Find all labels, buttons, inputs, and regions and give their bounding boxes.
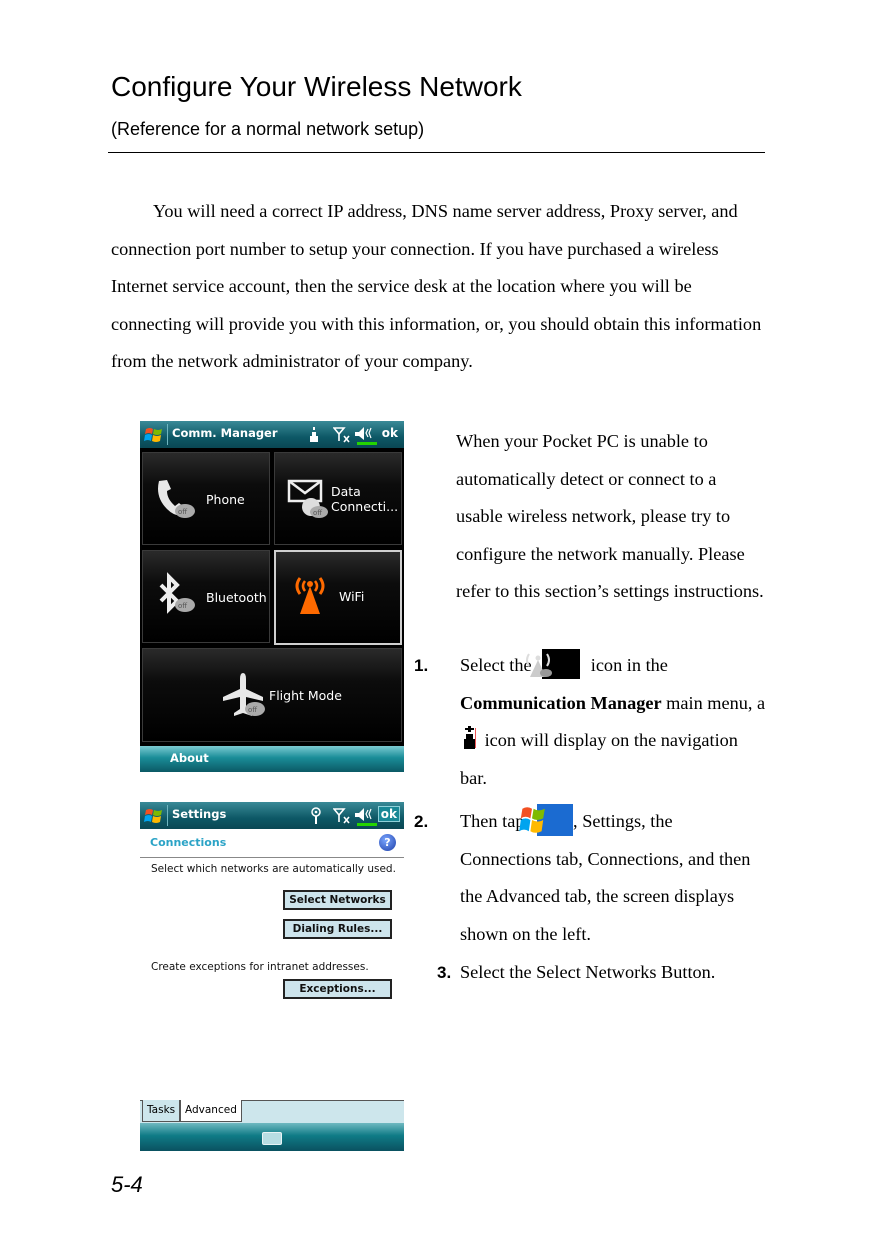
step-text: icon in the — [590, 655, 668, 675]
ok-button[interactable]: ok — [382, 426, 398, 440]
settings-connections-screenshot: Settings ok Connections ? Select which n… — [140, 802, 404, 1151]
tile-wifi-label: WiFi — [339, 589, 365, 604]
signal-off-icon — [333, 427, 350, 443]
select-networks-button[interactable]: Select Networks — [283, 890, 392, 910]
step-number: 1. — [414, 656, 429, 675]
bluetooth-off-icon: off — [159, 572, 195, 614]
tile-wifi[interactable]: WiFi — [274, 550, 402, 645]
screen-title: Comm. Manager — [172, 426, 278, 440]
wireless-status-icon — [310, 427, 318, 442]
page-title: Configure Your Wireless Network — [111, 71, 522, 102]
tile-data-label-line2: Connecti... — [331, 499, 399, 514]
wifi-on-icon — [295, 577, 325, 614]
step-2: 2. Then tap , Settings, the Connections t… — [414, 803, 767, 953]
exceptions-description: Create exceptions for intranet addresses… — [151, 961, 369, 973]
tab-strip: Tasks Advanced — [140, 1100, 404, 1123]
step-number: 2. — [414, 812, 429, 831]
help-icon[interactable]: ? — [379, 834, 396, 851]
flight-mode-off-icon: off — [223, 673, 265, 716]
phone-off-icon: off — [158, 480, 195, 518]
step-text: main menu, a — [666, 692, 766, 713]
wifi-off-icon — [526, 649, 581, 679]
tab-tasks[interactable]: Tasks — [142, 1100, 180, 1122]
about-softkey[interactable]: About — [170, 751, 209, 765]
windows-start-icon[interactable] — [144, 425, 164, 445]
data-connection-off-icon: off — [287, 479, 328, 518]
heading-divider — [108, 152, 765, 153]
svg-text:off: off — [248, 706, 257, 714]
title-separator — [167, 424, 168, 445]
svg-text:off: off — [178, 602, 187, 610]
tile-phone[interactable]: off Phone — [142, 452, 270, 545]
step-1: 1. Select the icon in the Communication M… — [414, 647, 767, 797]
step-3: 3. Select the Select Networks Button. — [437, 954, 767, 992]
screen-title: Settings — [172, 807, 227, 821]
intro-paragraph: You will need a correct IP address, DNS … — [111, 201, 762, 372]
windows-start-icon — [519, 804, 574, 836]
softkey-bar: About — [140, 746, 404, 772]
dialing-rules-button[interactable]: Dialing Rules... — [283, 919, 392, 939]
tile-phone-label: Phone — [206, 492, 245, 507]
title-bar: Settings ok — [140, 802, 404, 829]
side-paragraph: When your Pocket PC is unable to automat… — [456, 431, 764, 602]
section-divider — [140, 857, 404, 858]
step-bold-text: Communication Manager — [460, 692, 662, 713]
tile-bluetooth[interactable]: off Bluetooth — [142, 550, 270, 643]
volume-icon — [355, 808, 377, 826]
tile-data-label-line1: Data — [331, 484, 361, 499]
title-bar: Comm. Manager ok — [140, 421, 404, 448]
tile-flight-mode[interactable]: off Flight Mode — [142, 648, 402, 742]
windows-start-icon[interactable] — [144, 806, 164, 826]
page-number: 5-4 — [111, 1172, 143, 1197]
step-text: Select the Select Networks Button. — [460, 962, 716, 982]
ok-button[interactable]: ok — [377, 806, 400, 822]
signal-off-icon — [333, 808, 350, 824]
wireless-status-icon — [463, 726, 477, 750]
title-separator — [167, 805, 168, 826]
volume-icon — [355, 427, 377, 445]
section-title: Connections — [150, 836, 227, 849]
connectivity-icon — [311, 807, 321, 824]
softkey-bar — [140, 1123, 404, 1151]
networks-description: Select which networks are automatically … — [151, 863, 396, 875]
tile-flight-mode-label: Flight Mode — [269, 688, 342, 703]
svg-text:off: off — [313, 509, 322, 517]
tile-bluetooth-label: Bluetooth — [206, 590, 267, 605]
keyboard-icon[interactable] — [262, 1132, 282, 1145]
tile-data-connection[interactable]: off Data Connecti... — [274, 452, 402, 545]
exceptions-button[interactable]: Exceptions... — [283, 979, 392, 999]
step-text: icon will display on the navigation bar. — [460, 730, 738, 788]
page-subtitle: (Reference for a normal network setup) — [111, 119, 425, 139]
comm-manager-screenshot: Comm. Manager ok off Phone off Data Conn… — [140, 421, 404, 772]
tab-advanced[interactable]: Advanced — [180, 1100, 242, 1122]
svg-text:off: off — [178, 508, 187, 516]
step-number: 3. — [437, 963, 452, 982]
